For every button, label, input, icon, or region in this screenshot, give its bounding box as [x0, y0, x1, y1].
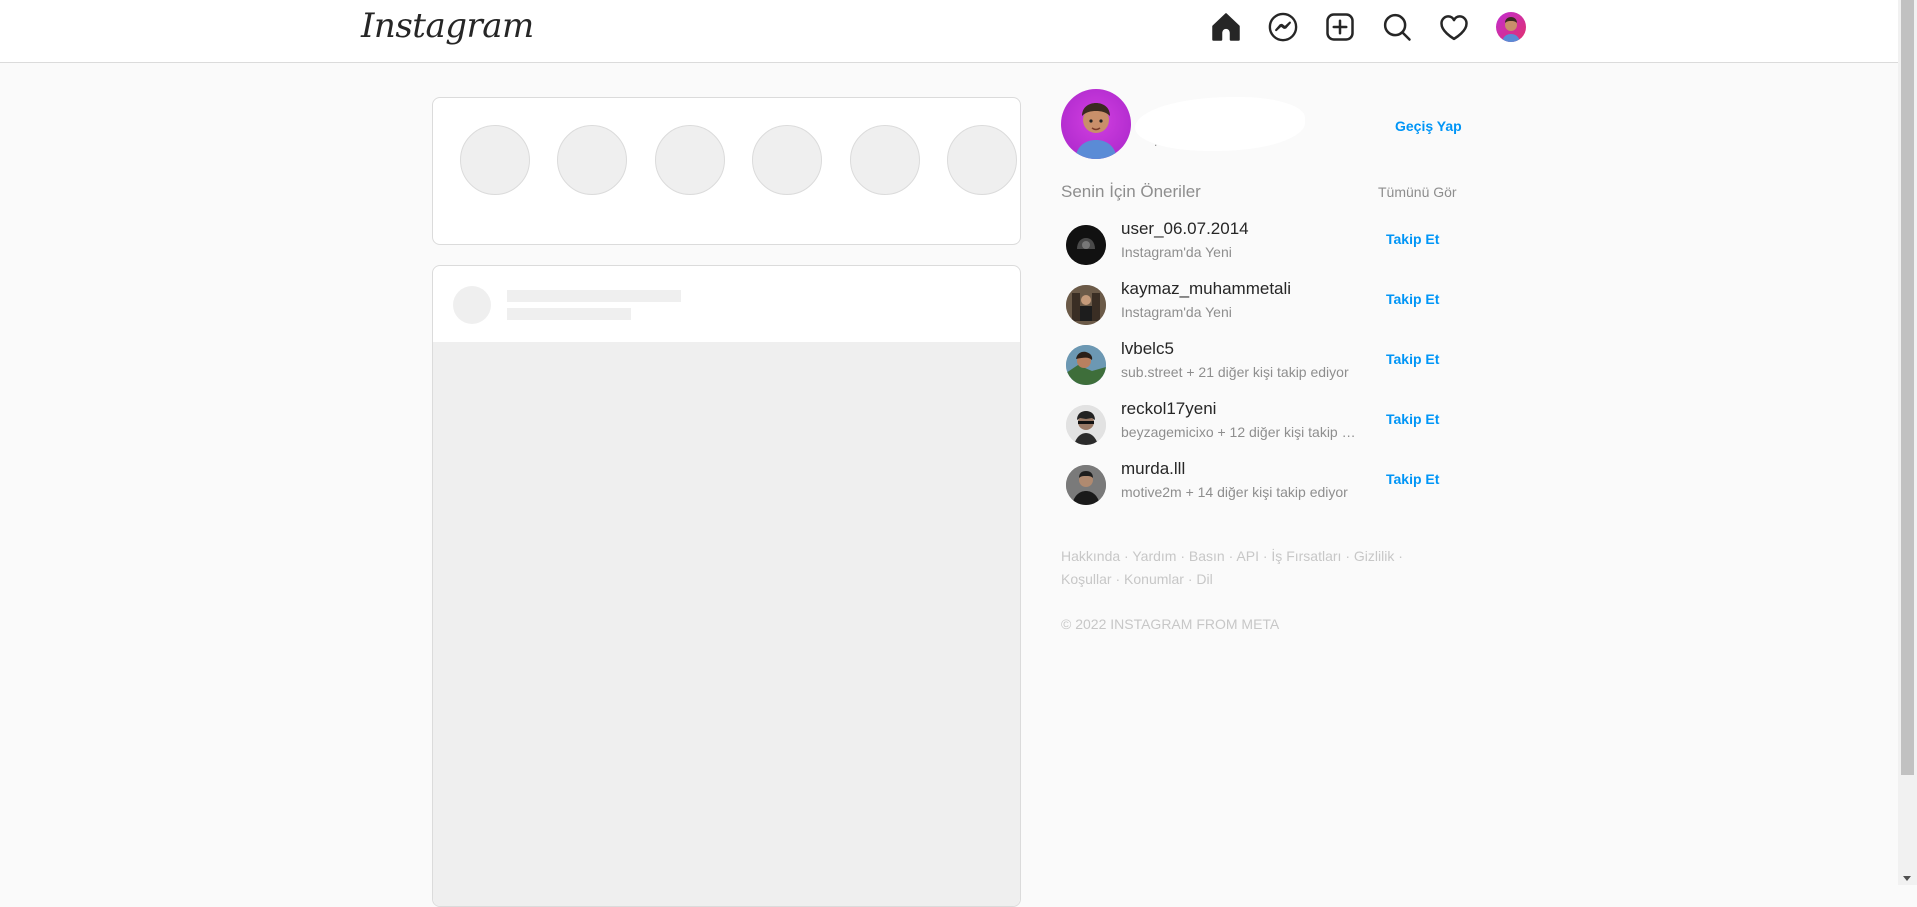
feed-post-placeholder: [432, 265, 1021, 907]
story-placeholder[interactable]: [460, 125, 530, 195]
post-location-placeholder: [507, 308, 631, 320]
switch-account-link[interactable]: Geçiş Yap: [1395, 118, 1462, 134]
stories-tray: [432, 97, 1021, 245]
footer-links: Hakkında · Yardım · Basın · API · İş Fır…: [1061, 548, 1403, 587]
scrollbar-thumb[interactable]: [1901, 0, 1914, 775]
search-icon[interactable]: [1381, 9, 1413, 45]
footer-link-privacy[interactable]: Gizlilik: [1354, 548, 1394, 564]
suggestion-username[interactable]: lvbelc5: [1121, 339, 1174, 359]
suggestion-row: lvbelc5 sub.street + 21 diğer kişi takip…: [1066, 339, 1466, 387]
copyright-text: © 2022 INSTAGRAM FROM META: [1061, 616, 1280, 632]
profile-avatar-button[interactable]: [1495, 9, 1527, 45]
instagram-logo[interactable]: Instagram: [361, 6, 534, 46]
story-placeholder[interactable]: [850, 125, 920, 195]
suggestion-avatar[interactable]: [1066, 345, 1106, 385]
follow-button[interactable]: Takip Et: [1386, 411, 1439, 427]
nav-icon-group: [1210, 9, 1527, 45]
suggestion-username[interactable]: murda.lll: [1121, 459, 1185, 479]
suggestion-avatar[interactable]: [1066, 405, 1106, 445]
footer-link-jobs[interactable]: İş Fırsatları: [1271, 548, 1341, 564]
suggestion-avatar[interactable]: [1066, 465, 1106, 505]
suggestion-avatar[interactable]: [1066, 225, 1106, 265]
suggestion-avatar[interactable]: [1066, 285, 1106, 325]
scroll-down-arrow-icon[interactable]: [1903, 876, 1911, 881]
suggestions-title: Senin İçin Öneriler: [1061, 182, 1201, 201]
profile-avatar: [1496, 12, 1526, 42]
username-redaction: [1135, 97, 1305, 151]
suggestion-subtitle: sub.street + 21 diğer kişi takip ediyor: [1121, 364, 1349, 380]
footer-link-language[interactable]: Dil: [1196, 571, 1212, 587]
footer-link-api[interactable]: API: [1236, 548, 1259, 564]
page-scrollbar[interactable]: [1898, 0, 1917, 885]
new-post-icon[interactable]: [1324, 9, 1356, 45]
current-user-name: .: [1154, 135, 1158, 149]
post-username-placeholder: [507, 290, 681, 302]
follow-button[interactable]: Takip Et: [1386, 351, 1439, 367]
current-user-avatar[interactable]: [1061, 89, 1131, 159]
story-placeholder[interactable]: [655, 125, 725, 195]
suggestion-subtitle: Instagram'da Yeni: [1121, 304, 1232, 320]
story-placeholder[interactable]: [752, 125, 822, 195]
footer-link-help[interactable]: Yardım: [1132, 548, 1176, 564]
top-navigation-bar: Instagram: [0, 0, 1898, 63]
suggestion-row: reckol17yeni beyzagemicixo + 12 diğer ki…: [1066, 399, 1466, 447]
post-media-placeholder: [433, 342, 1020, 906]
suggestion-subtitle: beyzagemicixo + 12 diğer kişi takip ediy…: [1121, 424, 1356, 440]
suggestion-username[interactable]: reckol17yeni: [1121, 399, 1216, 419]
suggestion-username[interactable]: kaymaz_muhammetali: [1121, 279, 1291, 299]
suggestion-subtitle: motive2m + 14 diğer kişi takip ediyor: [1121, 484, 1348, 500]
suggestion-row: murda.lll motive2m + 14 diğer kişi takip…: [1066, 459, 1466, 507]
heart-icon[interactable]: [1438, 9, 1470, 45]
footer-link-locations[interactable]: Konumlar: [1124, 571, 1184, 587]
suggestion-subtitle: Instagram'da Yeni: [1121, 244, 1232, 260]
messenger-icon[interactable]: [1267, 9, 1299, 45]
follow-button[interactable]: Takip Et: [1386, 291, 1439, 307]
story-placeholder[interactable]: [947, 125, 1017, 195]
suggestion-row: kaymaz_muhammetali Instagram'da Yeni Tak…: [1066, 279, 1466, 327]
follow-button[interactable]: Takip Et: [1386, 471, 1439, 487]
story-placeholder[interactable]: [557, 125, 627, 195]
footer-link-about[interactable]: Hakkında: [1061, 548, 1120, 564]
footer-link-terms[interactable]: Koşullar: [1061, 571, 1112, 587]
follow-button[interactable]: Takip Et: [1386, 231, 1439, 247]
footer-link-press[interactable]: Basın: [1189, 548, 1225, 564]
suggestion-username[interactable]: user_06.07.2014: [1121, 219, 1249, 239]
post-avatar-placeholder: [453, 286, 491, 324]
suggestion-row: user_06.07.2014 Instagram'da Yeni Takip …: [1066, 219, 1466, 267]
see-all-link[interactable]: Tümünü Gör: [1378, 184, 1457, 200]
home-icon[interactable]: [1210, 9, 1242, 45]
